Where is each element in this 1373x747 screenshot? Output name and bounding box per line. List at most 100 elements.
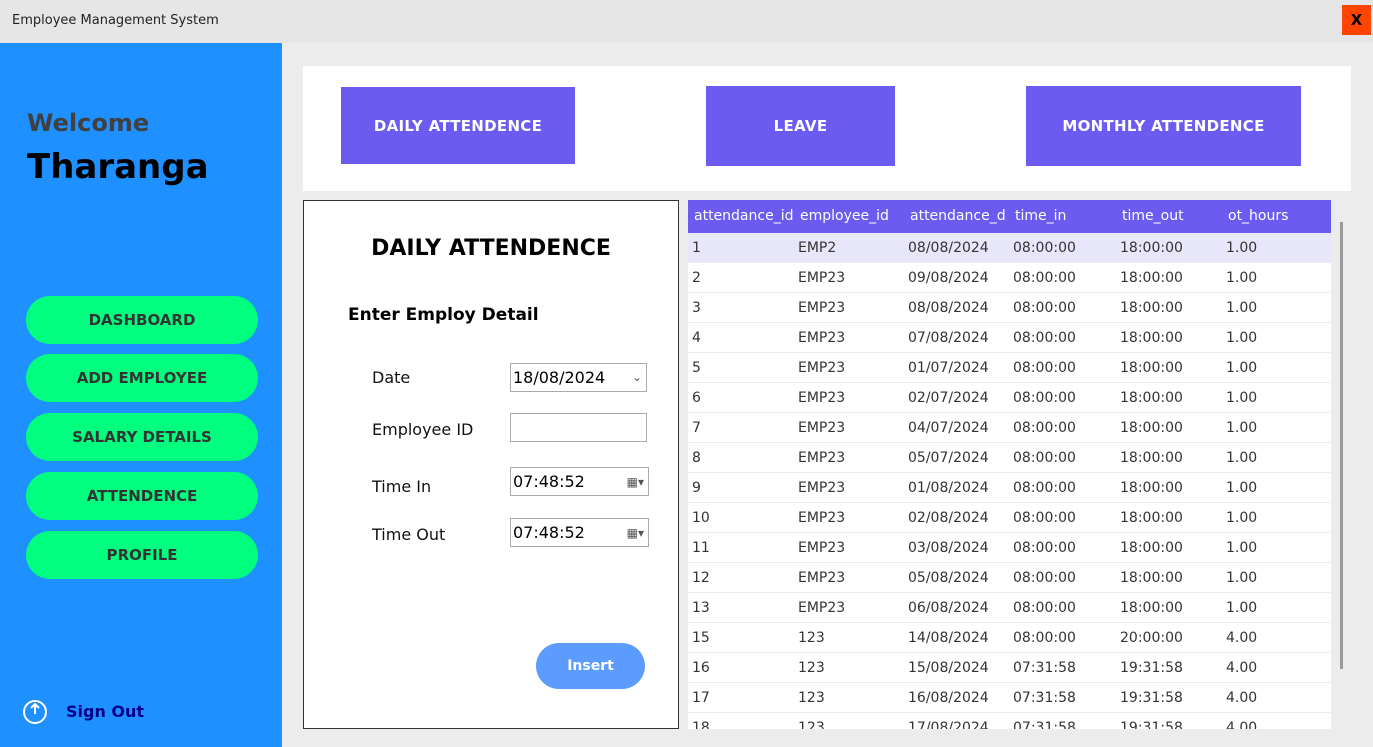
- table-cell: 01/07/2024: [908, 360, 989, 376]
- table-cell: 18:00:00: [1120, 300, 1183, 316]
- table-cell: 15/08/2024: [908, 660, 989, 676]
- table-cell: 07:31:58: [1013, 690, 1076, 706]
- table-cell: 13: [692, 600, 710, 616]
- time-out-value: 07:48:52: [513, 523, 585, 542]
- table-row[interactable]: 7 EMP23 04/07/2024 08:00:00 18:00:00 1.00: [688, 413, 1331, 443]
- table-cell: 08:00:00: [1013, 420, 1076, 436]
- table-row[interactable]: 16 123 15/08/2024 07:31:58 19:31:58 4.00: [688, 653, 1331, 683]
- time-out-label: Time Out: [372, 525, 446, 544]
- table-cell: 07/08/2024: [908, 330, 989, 346]
- table-cell: 18:00:00: [1120, 240, 1183, 256]
- table-cell: 08/08/2024: [908, 240, 989, 256]
- table-cell: 123: [798, 630, 825, 646]
- sidebar: Welcome Tharanga DASHBOARD ADD EMPLOYEE …: [0, 43, 282, 747]
- column-header[interactable]: time_out: [1122, 208, 1184, 224]
- calendar-dropdown-icon[interactable]: ▦▾: [627, 475, 644, 489]
- profile-button[interactable]: PROFILE: [26, 531, 258, 579]
- table-cell: EMP23: [798, 450, 846, 466]
- time-in-spinner[interactable]: 07:48:52 ▦▾: [510, 467, 649, 496]
- tab-monthly-attendence[interactable]: MONTHLY ATTENDENCE: [1026, 86, 1301, 166]
- tab-leave[interactable]: LEAVE: [706, 86, 895, 166]
- table-row[interactable]: 17 123 16/08/2024 07:31:58 19:31:58 4.00: [688, 683, 1331, 713]
- column-header[interactable]: ot_hours: [1228, 208, 1288, 224]
- table-row[interactable]: 8 EMP23 05/07/2024 08:00:00 18:00:00 1.00: [688, 443, 1331, 473]
- add-employee-button[interactable]: ADD EMPLOYEE: [26, 354, 258, 402]
- daily-attendence-form: DAILY ATTENDENCE Enter Employ Detail Dat…: [303, 200, 679, 729]
- table-cell: EMP2: [798, 240, 837, 256]
- table-cell: 17/08/2024: [908, 720, 989, 729]
- table-cell: 08:00:00: [1013, 480, 1076, 496]
- table-cell: 12: [692, 570, 710, 586]
- table-cell: 1.00: [1226, 570, 1258, 586]
- table-row[interactable]: 9 EMP23 01/08/2024 08:00:00 18:00:00 1.00: [688, 473, 1331, 503]
- welcome-label: Welcome: [27, 109, 150, 137]
- insert-button[interactable]: Insert: [536, 643, 645, 689]
- table-row[interactable]: 5 EMP23 01/07/2024 08:00:00 18:00:00 1.00: [688, 353, 1331, 383]
- table-row[interactable]: 2 EMP23 09/08/2024 08:00:00 18:00:00 1.00: [688, 263, 1331, 293]
- table-row[interactable]: 10 EMP23 02/08/2024 08:00:00 18:00:00 1.00: [688, 503, 1331, 533]
- table-cell: 09/08/2024: [908, 270, 989, 286]
- table-row[interactable]: 15 123 14/08/2024 08:00:00 20:00:00 4.00: [688, 623, 1331, 653]
- table-cell: 19:31:58: [1120, 690, 1183, 706]
- table-cell: 123: [798, 690, 825, 706]
- date-picker[interactable]: 18/08/2024 ⌄: [510, 363, 647, 392]
- table-cell: 18:00:00: [1120, 330, 1183, 346]
- date-label: Date: [372, 368, 411, 387]
- table-row[interactable]: 6 EMP23 02/07/2024 08:00:00 18:00:00 1.00: [688, 383, 1331, 413]
- close-button[interactable]: X: [1342, 5, 1371, 35]
- time-in-label: Time In: [372, 477, 432, 496]
- tab-panel: DAILY ATTENDENCE LEAVE MONTHLY ATTENDENC…: [303, 66, 1351, 191]
- table-cell: 1.00: [1226, 330, 1258, 346]
- table-cell: 18: [692, 720, 710, 729]
- table-cell: 3: [692, 300, 701, 316]
- table-cell: 1.00: [1226, 390, 1258, 406]
- table-cell: 08:00:00: [1013, 570, 1076, 586]
- dashboard-button[interactable]: DASHBOARD: [26, 296, 258, 344]
- chevron-down-icon: ⌄: [631, 370, 642, 384]
- column-header[interactable]: employee_id: [800, 208, 889, 224]
- table-row[interactable]: 18 123 17/08/2024 07:31:58 19:31:58 4.00: [688, 713, 1331, 729]
- column-header[interactable]: time_in: [1015, 208, 1066, 224]
- time-out-spinner[interactable]: 07:48:52 ▦▾: [510, 518, 649, 547]
- table-cell: 1.00: [1226, 450, 1258, 466]
- table-cell: 4.00: [1226, 720, 1258, 729]
- table-cell: 15: [692, 630, 710, 646]
- table-cell: 2: [692, 270, 701, 286]
- column-header[interactable]: attendance_d: [910, 208, 1006, 224]
- table-cell: EMP23: [798, 510, 846, 526]
- table-cell: 02/07/2024: [908, 390, 989, 406]
- table-cell: 08:00:00: [1013, 450, 1076, 466]
- table-row[interactable]: 13 EMP23 06/08/2024 08:00:00 18:00:00 1.00: [688, 593, 1331, 623]
- table-cell: 03/08/2024: [908, 540, 989, 556]
- salary-details-button[interactable]: SALARY DETAILS: [26, 413, 258, 461]
- attendance-table[interactable]: attendance_id employee_id attendance_d time…: [688, 200, 1331, 729]
- table-cell: 1.00: [1226, 270, 1258, 286]
- table-cell: 16: [692, 660, 710, 676]
- attendence-button[interactable]: ATTENDENCE: [26, 472, 258, 520]
- employee-id-input[interactable]: [510, 413, 647, 442]
- form-title: DAILY ATTENDENCE: [371, 236, 611, 261]
- table-row[interactable]: 12 EMP23 05/08/2024 08:00:00 18:00:00 1.00: [688, 563, 1331, 593]
- calendar-dropdown-icon[interactable]: ▦▾: [627, 526, 644, 540]
- table-scrollbar[interactable]: [1340, 222, 1343, 669]
- table-cell: 02/08/2024: [908, 510, 989, 526]
- table-cell: 1.00: [1226, 600, 1258, 616]
- table-row[interactable]: 3 EMP23 08/08/2024 08:00:00 18:00:00 1.00: [688, 293, 1331, 323]
- table-row[interactable]: 1 EMP2 08/08/2024 08:00:00 18:00:00 1.00: [688, 233, 1331, 263]
- table-cell: 06/08/2024: [908, 600, 989, 616]
- table-cell: 18:00:00: [1120, 540, 1183, 556]
- window-title: Employee Management System: [12, 13, 219, 28]
- table-cell: 08:00:00: [1013, 360, 1076, 376]
- table-cell: 1.00: [1226, 420, 1258, 436]
- table-cell: 1.00: [1226, 540, 1258, 556]
- table-cell: 11: [692, 540, 710, 556]
- table-cell: 08/08/2024: [908, 300, 989, 316]
- sign-out-button[interactable]: Sign Out: [20, 696, 144, 726]
- column-header[interactable]: attendance_id: [694, 208, 793, 224]
- table-row[interactable]: 11 EMP23 03/08/2024 08:00:00 18:00:00 1.00: [688, 533, 1331, 563]
- table-cell: 01/08/2024: [908, 480, 989, 496]
- table-cell: EMP23: [798, 420, 846, 436]
- table-cell: 08:00:00: [1013, 330, 1076, 346]
- tab-daily-attendence[interactable]: DAILY ATTENDENCE: [341, 87, 575, 164]
- table-row[interactable]: 4 EMP23 07/08/2024 08:00:00 18:00:00 1.00: [688, 323, 1331, 353]
